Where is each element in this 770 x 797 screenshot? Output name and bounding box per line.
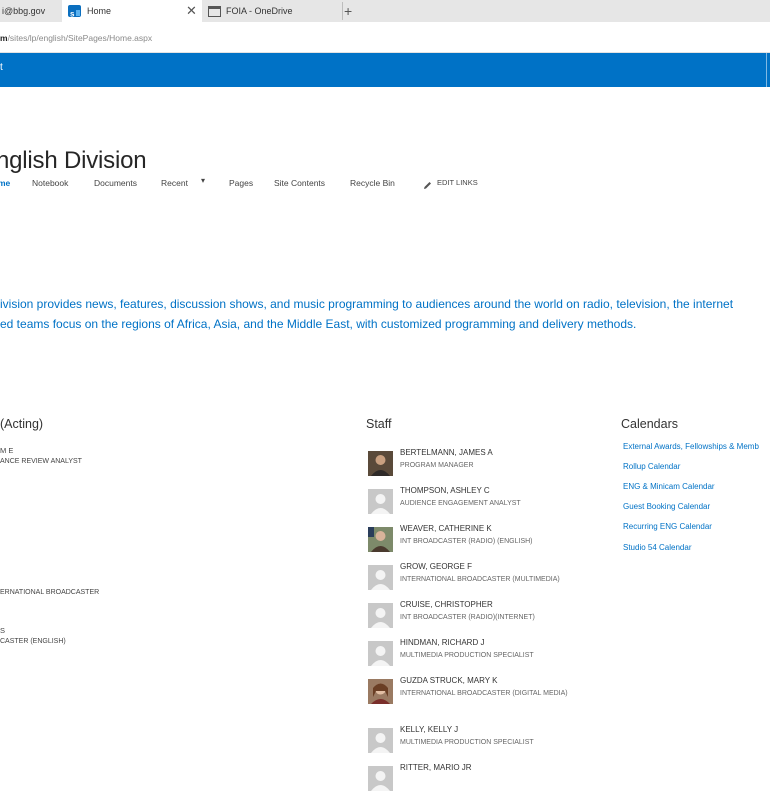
staff-role: INTERNATIONAL BROADCASTER (MULTIMEDIA) [400,576,560,583]
person-role: CASTER (ENGLISH) [0,638,66,645]
person-placeholder-icon [368,641,393,666]
site-title[interactable]: nglish Division [0,147,147,175]
avatar [368,527,393,552]
nav-notebook[interactable]: Notebook [32,178,68,188]
staff-role: INT BROADCASTER (RADIO) (ENGLISH) [400,538,533,545]
staff-name[interactable]: KELLY, KELLY J [400,725,458,734]
calendar-link[interactable]: Rollup Calendar [623,462,680,471]
person-placeholder-icon [368,728,393,753]
sharepoint-icon: s [68,5,81,19]
calendar-link[interactable]: Studio 54 Calendar [623,543,692,552]
suite-bar-text[interactable]: t [0,62,3,73]
staff-name[interactable]: GROW, GEORGE F [400,562,472,571]
address-host-fragment: m [0,33,8,43]
browser-tab-foia-onedrive[interactable]: FOIA - OneDrive [202,0,342,22]
nav-recycle-bin[interactable]: Recycle Bin [350,178,395,188]
window-icon [208,6,221,17]
person-placeholder-icon [368,603,393,628]
pencil-icon[interactable] [423,177,432,195]
svg-text:s: s [70,10,75,19]
staff-item[interactable]: BERTELMANN, JAMES A PROGRAM MANAGER [366,448,666,482]
staff-item[interactable]: GROW, GEORGE F INTERNATIONAL BROADCASTER… [366,562,666,596]
calendar-link[interactable]: Recurring ENG Calendar [623,522,712,531]
description-line-1: ivision provides news, features, discuss… [0,297,734,311]
edit-links-button[interactable]: EDIT LINKS [437,178,478,187]
staff-item[interactable]: WEAVER, CATHERINE K INT BROADCASTER (RAD… [366,524,666,558]
avatar [368,451,393,476]
close-icon[interactable]: ✕ [186,0,197,22]
browser-tab-home[interactable]: s Home ✕ [62,0,202,22]
tab-divider [342,2,343,20]
staff-role: INTERNATIONAL BROADCASTER (DIGITAL MEDIA… [400,690,568,697]
staff-item[interactable]: THOMPSON, ASHLEY C AUDIENCE ENGAGEMENT A… [366,486,666,520]
address-url[interactable]: m/sites/lp/english/SitePages/Home.aspx [0,33,152,43]
calendar-link[interactable]: External Awards, Fellowships & Memb [623,442,759,451]
staff-item[interactable]: HINDMAN, RICHARD J MULTIMEDIA PRODUCTION… [366,638,666,672]
staff-name[interactable]: RITTER, MARIO JR [400,763,472,772]
tab-label: FOIA - OneDrive [226,6,293,16]
chevron-down-icon[interactable]: ▾ [201,176,205,185]
nav-site-contents[interactable]: Site Contents [274,178,325,188]
staff-name[interactable]: WEAVER, CATHERINE K [400,524,492,533]
person-name[interactable]: M E [0,446,13,455]
staff-role: AUDIENCE ENGAGEMENT ANALYST [400,500,521,507]
staff-name[interactable]: THOMPSON, ASHLEY C [400,486,490,495]
nav-documents[interactable]: Documents [94,178,137,188]
address-path: /sites/lp/english/SitePages/Home.aspx [7,33,153,43]
staff-item[interactable]: CRUISE, CHRISTOPHER INT BROADCASTER (RAD… [366,600,666,634]
person-placeholder-icon [368,565,393,590]
person-role: ERNATIONAL BROADCASTER [0,589,100,596]
tab-label: Home [87,6,112,16]
description-line-2: ed teams focus on the regions of Africa,… [0,317,637,331]
staff-role: MULTIMEDIA PRODUCTION SPECIALIST [400,652,534,659]
staff-name[interactable]: CRUISE, CHRISTOPHER [400,600,493,609]
person-name[interactable]: S [0,626,5,635]
staff-item[interactable]: RITTER, MARIO JR [366,763,666,797]
browser-tab-email[interactable]: i@bbg.gov [0,0,62,22]
avatar [368,679,393,704]
staff-name[interactable]: GUZDA STRUCK, MARY K [400,676,498,685]
new-tab-button[interactable]: + [344,0,352,22]
staff-name[interactable]: BERTELMANN, JAMES A [400,448,493,457]
staff-role: INT BROADCASTER (RADIO)(INTERNET) [400,614,535,621]
nav-recent[interactable]: Recent [161,178,188,188]
section-heading-leadership: (Acting) [0,417,44,431]
calendar-link[interactable]: Guest Booking Calendar [623,502,710,511]
section-heading-staff: Staff [366,417,392,431]
staff-role: PROGRAM MANAGER [400,462,474,469]
section-heading-calendars: Calendars [621,417,678,431]
staff-role: MULTIMEDIA PRODUCTION SPECIALIST [400,739,534,746]
calendar-link[interactable]: ENG & Minicam Calendar [623,482,715,491]
tab-label: i@bbg.gov [2,6,46,16]
suite-bar-divider [766,53,767,87]
staff-name[interactable]: HINDMAN, RICHARD J [400,638,484,647]
suite-bar [0,53,770,87]
nav-home[interactable]: me [0,178,10,188]
staff-item[interactable]: GUZDA STRUCK, MARY K INTERNATIONAL BROAD… [366,676,666,710]
nav-pages[interactable]: Pages [229,178,253,188]
staff-item[interactable]: KELLY, KELLY J MULTIMEDIA PRODUCTION SPE… [366,725,666,759]
person-placeholder-icon [368,489,393,514]
browser-tab-strip: i@bbg.gov s Home ✕ FOIA - OneDrive + [0,0,770,22]
person-role: ANCE REVIEW ANALYST [0,458,82,465]
